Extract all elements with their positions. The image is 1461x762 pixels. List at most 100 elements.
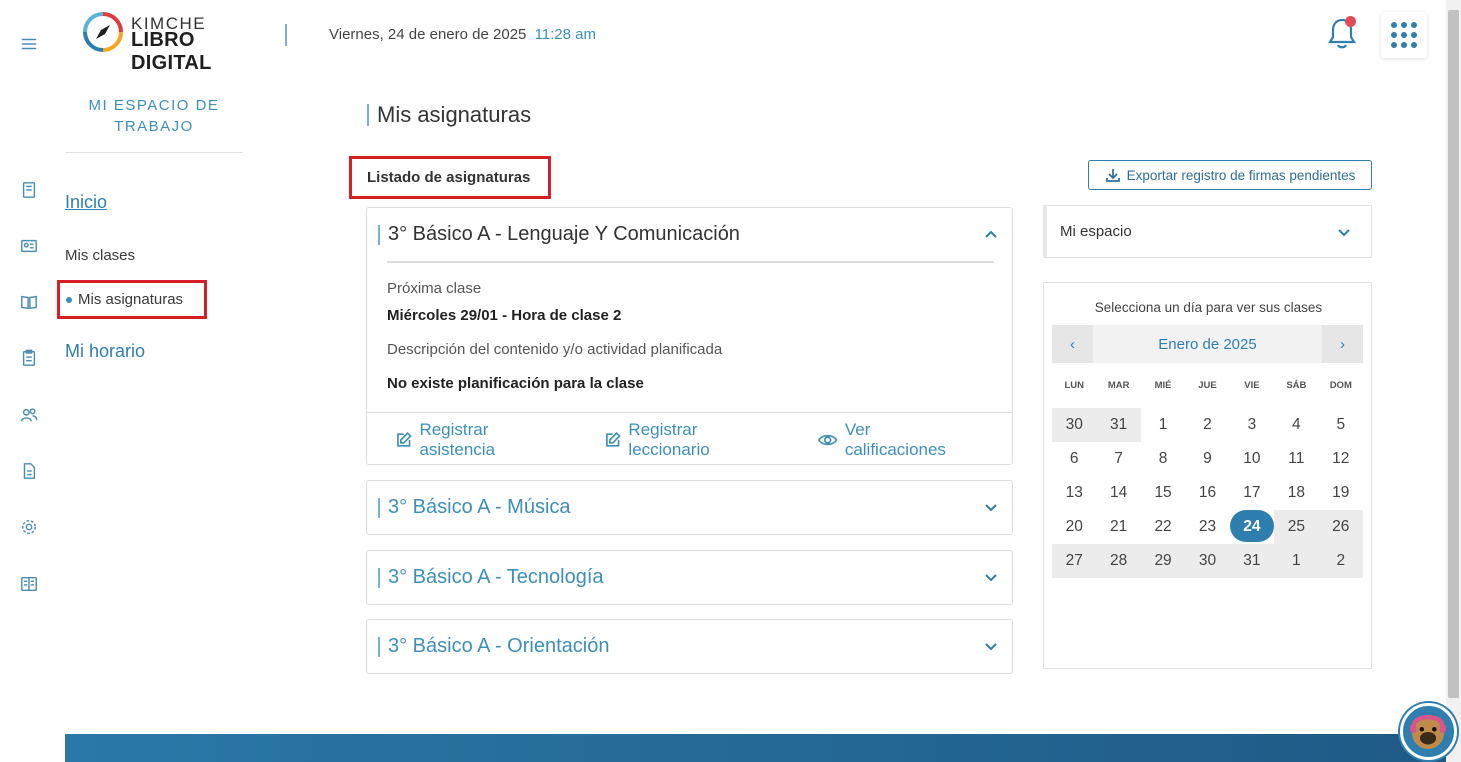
calendar-day[interactable]: 25 [1274, 510, 1319, 544]
chevron-down-icon[interactable] [982, 568, 1000, 586]
nav-mis-clases[interactable]: Mis clases [65, 247, 135, 264]
card-bar [378, 497, 380, 518]
assistant-avatar[interactable] [1400, 703, 1457, 760]
calendar-day[interactable]: 9 [1185, 442, 1229, 476]
notebook-icon[interactable] [19, 180, 39, 200]
calendar-day[interactable]: 8 [1141, 442, 1185, 476]
brand-bottom: LIBRO DIGITAL [131, 29, 212, 74]
subject-card-body: Próxima clase Miércoles 29/01 - Hora de … [367, 263, 1012, 412]
calendar-day[interactable]: 13 [1052, 476, 1096, 510]
calendar-day[interactable]: 30 [1052, 408, 1097, 442]
calendar-day[interactable]: 5 [1319, 408, 1363, 442]
calendar-day[interactable]: 15 [1141, 476, 1185, 510]
calendar-day[interactable]: 21 [1096, 510, 1140, 544]
calendar-day[interactable]: 2 [1318, 544, 1363, 578]
scrollbar-thumb[interactable] [1448, 10, 1459, 698]
calendar-day[interactable]: 10 [1230, 442, 1274, 476]
subject-card-header[interactable]: 3° Básico A - Lenguaje Y Comunicación [367, 208, 1012, 261]
workspace-title: MI ESPACIO DE TRABAJO [88, 97, 220, 135]
calendar-caption: Selecciona un día para ver sus clases [1094, 300, 1323, 315]
calendar-day[interactable]: 31 [1096, 408, 1141, 442]
calendar-day[interactable]: 16 [1185, 476, 1229, 510]
document-icon[interactable] [19, 461, 39, 481]
space-select-value: Mi espacio [1060, 223, 1132, 240]
next-class-value: Miércoles 29/01 - Hora de clase 2 [387, 307, 622, 324]
register-attendance-label: Registrar asistencia [419, 419, 496, 459]
eye-icon [818, 434, 838, 445]
calendar-day[interactable]: 6 [1052, 442, 1096, 476]
calendar-day[interactable]: 2 [1185, 408, 1229, 442]
nav-mis-asignaturas[interactable]: Mis asignaturas [57, 280, 207, 319]
calendar-day[interactable]: 20 [1052, 510, 1096, 544]
calendar-day[interactable]: 3 [1230, 408, 1274, 442]
book-open-icon[interactable] [19, 292, 39, 312]
space-select[interactable]: Mi espacio [1043, 205, 1372, 258]
register-lectionary-button[interactable]: Registrar leccionario [604, 420, 778, 460]
nav-inicio[interactable]: Inicio [65, 192, 107, 213]
calendar-day[interactable]: 1 [1274, 544, 1319, 578]
chevron-down-icon[interactable] [982, 637, 1000, 655]
apps-dot [1401, 22, 1407, 28]
current-date: Viernes, 24 de enero de 2025 11:28 am [329, 26, 596, 43]
export-pending-signatures-button[interactable]: Exportar registro de firmas pendientes [1088, 160, 1372, 190]
calendar-day[interactable]: 4 [1274, 408, 1318, 442]
calendar-day[interactable]: 31 [1229, 544, 1275, 578]
calendar-weekday: MAR [1107, 380, 1130, 391]
subject-card-header[interactable]: 3° Básico A - Orientación [367, 620, 1012, 673]
book-icon[interactable] [19, 574, 39, 594]
calendar-day[interactable]: 28 [1096, 544, 1141, 578]
apps-grid-button[interactable] [1381, 12, 1427, 58]
calendar-weekday: LUN [1064, 380, 1084, 391]
dog-avatar-icon [1410, 714, 1446, 749]
calendar-weekday: DOM [1329, 380, 1352, 391]
calendar-day[interactable]: 18 [1274, 476, 1318, 510]
apps-dot [1391, 22, 1397, 28]
calendar-prev-button[interactable]: ‹ [1052, 325, 1093, 363]
calendar-day[interactable]: 11 [1274, 442, 1318, 476]
clipboard-icon[interactable] [19, 348, 39, 368]
calendar-day[interactable]: 7 [1096, 442, 1140, 476]
nav-mi-horario[interactable]: Mi horario [65, 341, 145, 362]
calendar-day[interactable]: 27 [1052, 544, 1097, 578]
id-card-icon[interactable] [19, 236, 39, 256]
calendar-day[interactable]: 22 [1141, 510, 1185, 544]
calendar-day[interactable]: 23 [1185, 510, 1229, 544]
calendar-day[interactable]: 12 [1319, 442, 1363, 476]
card-bar [378, 224, 380, 245]
calendar-next-button[interactable]: › [1322, 325, 1363, 363]
desc-label: Descripción del contenido y/o actividad … [387, 341, 723, 358]
subject-card-header[interactable]: 3° Básico A - Música [367, 481, 1012, 534]
footer-bar [65, 734, 1446, 762]
calendar-day[interactable]: 30 [1185, 544, 1230, 578]
calendar-day[interactable]: 29 [1140, 544, 1186, 578]
calendar-day[interactable]: 26 [1318, 510, 1363, 544]
apps-dot [1401, 42, 1407, 48]
card-bar [378, 567, 380, 588]
calendar-day[interactable]: 17 [1230, 476, 1274, 510]
calendar-day-selected[interactable]: 24 [1229, 510, 1275, 544]
sidenav-divider [65, 152, 243, 153]
calendar-day[interactable]: 1 [1141, 408, 1185, 442]
compass-logo-icon [83, 12, 123, 52]
apps-dot [1391, 42, 1397, 48]
apps-dot [1401, 32, 1407, 38]
view-grades-button[interactable]: Ver calificaciones [818, 420, 972, 460]
brand-logo[interactable]: KIMCHE LIBRO DIGITAL [82, 11, 272, 74]
apps-dot [1411, 32, 1417, 38]
desc-value: No existe planificación para la clase [387, 375, 644, 392]
chevron-down-icon [1335, 223, 1353, 241]
register-attendance-button[interactable]: Registrar asistencia [395, 420, 564, 460]
calendar-month[interactable]: Enero de 2025 [1093, 325, 1322, 363]
gear-icon[interactable] [19, 517, 39, 537]
top-header: KIMCHE LIBRO DIGITAL Viernes, 24 de ener… [65, 0, 1446, 74]
subject-title: 3° Básico A - Tecnología [388, 566, 604, 588]
calendar-day[interactable]: 19 [1319, 476, 1363, 510]
users-icon[interactable] [19, 405, 39, 425]
subject-card-header[interactable]: 3° Básico A - Tecnología [367, 551, 1012, 604]
menu-icon[interactable] [19, 34, 39, 54]
calendar-day[interactable]: 14 [1096, 476, 1140, 510]
subject-card: 3° Básico A - Tecnología [366, 550, 1013, 605]
notification-dot [1345, 16, 1356, 27]
chevron-up-icon[interactable] [982, 225, 1000, 243]
chevron-down-icon[interactable] [982, 498, 1000, 516]
